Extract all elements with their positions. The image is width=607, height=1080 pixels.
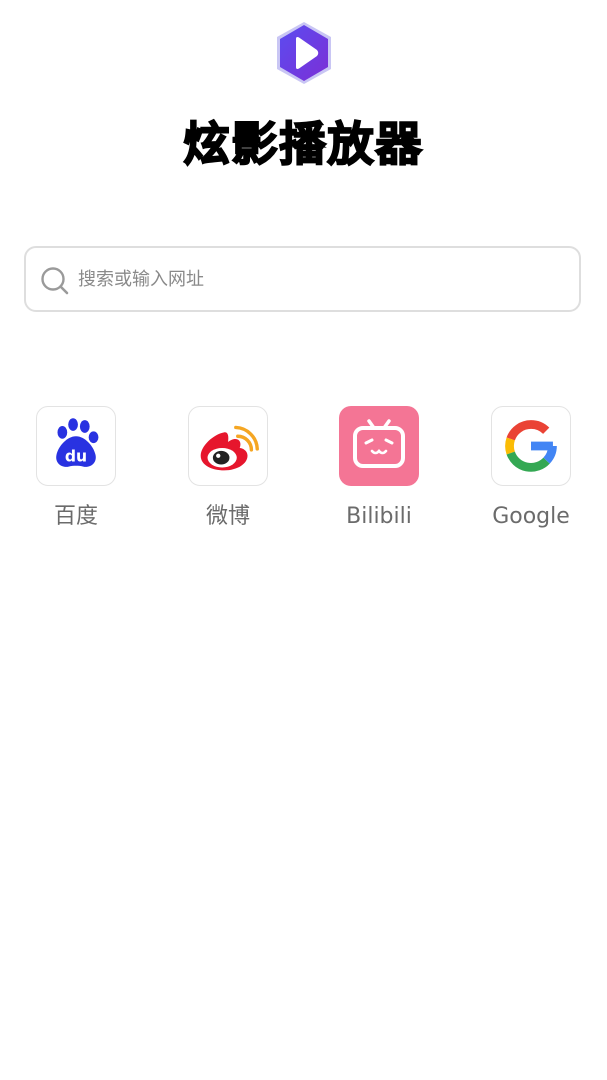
google-g-icon [505, 420, 557, 472]
search-icon [41, 267, 69, 295]
shortcut-baidu[interactable]: du 百度 [16, 406, 136, 536]
svg-text:du: du [65, 448, 87, 466]
shortcut-tile-bilibili[interactable] [339, 406, 419, 486]
app-logo [274, 20, 334, 86]
shortcut-label-weibo: 微博 [205, 504, 250, 529]
search-bar[interactable] [24, 246, 581, 312]
shortcut-label-bilibili: Bilibili [346, 504, 412, 529]
shortcut-google[interactable]: Google [471, 406, 591, 536]
play-hexagon-icon [277, 22, 331, 84]
shortcut-tile-google[interactable] [491, 406, 571, 486]
shortcut-label-baidu: 百度 [53, 504, 98, 529]
baidu-paw-icon: du [56, 418, 99, 467]
shortcut-tile-weibo[interactable] [188, 406, 268, 486]
app-title: 炫影播放器 [183, 116, 424, 172]
shortcut-label-google: Google [492, 504, 570, 529]
shortcut-weibo[interactable]: 微博 [168, 406, 288, 536]
shortcut-bilibili[interactable]: Bilibili [319, 406, 439, 536]
bilibili-tv-icon [353, 419, 405, 468]
search-input[interactable] [78, 256, 558, 302]
shortcut-tile-baidu[interactable]: du [36, 406, 116, 486]
weibo-eye-icon [200, 425, 259, 471]
